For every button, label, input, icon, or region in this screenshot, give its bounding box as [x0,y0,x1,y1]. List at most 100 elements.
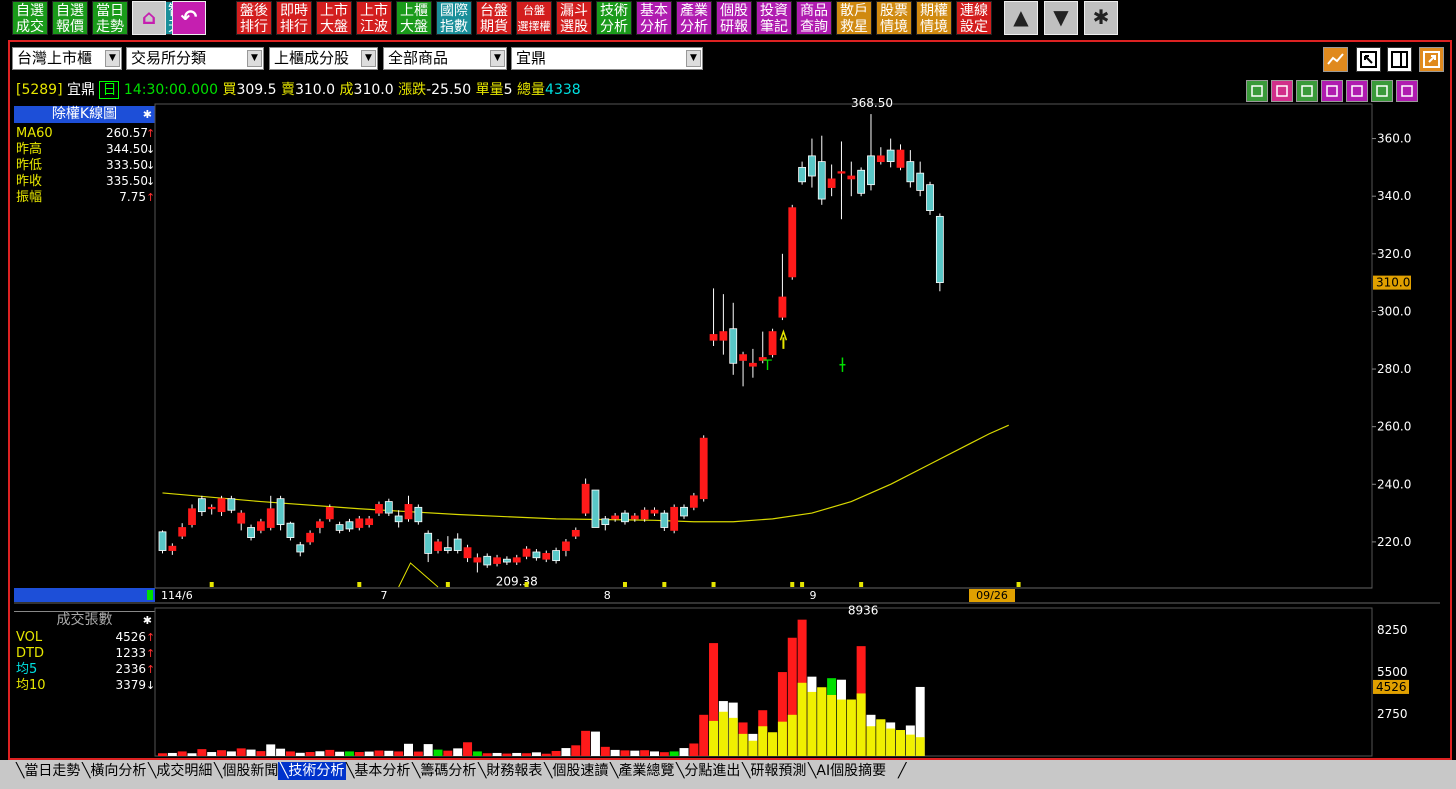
tab-12[interactable]: ╲AI個股摘要 [806,762,888,780]
gear-icon[interactable]: ✱ [143,106,152,123]
last-label: 成 [339,82,354,98]
trend-arrow-icon: ↑ [146,647,156,660]
indicator-value: 4526 [115,630,146,644]
toolbar-button-4[interactable]: 盤後 排行 [236,1,272,35]
external-window-icon [1360,51,1377,68]
indicator-label: 均5 [16,662,38,677]
toolbar-button-21[interactable]: 期權 情境 [916,1,952,35]
products-select-value: 全部商品 [388,49,449,67]
bottom-tab-bar: ╲當日走勢 ╲橫向分析 ╲成交明細 ╲個股新聞 ╲技術分析 ╲基本分析 ╲籌碼分析 ╲財務報表… [0,760,1456,789]
chart-style-button[interactable] [1323,47,1348,72]
back-icon[interactable]: ↶ [172,1,206,35]
trend-arrow-icon: ↑ [146,191,156,204]
home-icon[interactable]: ⌂ [132,1,166,35]
toolbar-button-6[interactable]: 上市 大盤 [316,1,352,35]
stock-name: 宜鼎 [67,82,96,98]
bid-price: 309.5 [236,82,277,98]
toolbar-button-11[interactable]: 台盤 選擇權 [516,1,552,35]
toolbar-button-18[interactable]: 商品 查詢 [796,1,832,35]
grid-icon[interactable] [1371,80,1393,102]
stock-select[interactable]: 宜鼎 ▼ [511,47,703,70]
toolbar-button-2[interactable]: 當日 走勢 [92,1,128,35]
tab-9[interactable]: ╲產業總覽 [608,762,676,780]
trend-arrow-icon: ↑ [146,631,156,644]
asterisk-icon[interactable]: ✱ [1084,1,1118,35]
tab-5[interactable]: ╲基本分析 [344,762,412,780]
toolbar-button-14[interactable]: 基本 分析 [636,1,672,35]
market-select[interactable]: 台灣上市櫃 ▼ [12,47,122,70]
tab-2[interactable]: ╲成交明細 [146,762,214,780]
expand-arrow-icon [1423,51,1440,68]
stock-code: [5289] [16,82,63,98]
tab-4[interactable]: ╲技術分析 [278,762,347,780]
layout-icon[interactable] [1271,80,1293,102]
price-panel-title[interactable]: 除權K線圖 ✱ [14,106,155,123]
tab-11[interactable]: ╲研報預測 [740,762,808,780]
toolbar-button-12[interactable]: 漏斗 選股 [556,1,592,35]
tab-6[interactable]: ╲籌碼分析 [410,762,478,780]
toolbar-button-22[interactable]: 連線 設定 [956,1,992,35]
market-select-value: 台灣上市櫃 [17,49,93,67]
tab-8[interactable]: ╲個股速讀 [542,762,610,780]
toolbar-button-19[interactable]: 散戶 救星 [836,1,872,35]
price-panel-title-text: 除權K線圖 [51,106,118,122]
tab-end-divider: ╱ [898,763,907,779]
toolbar-button-7[interactable]: 上市 江波 [356,1,392,35]
trend-arrow-icon: ↑ [146,663,156,676]
arrow-down-icon[interactable]: ▼ [1044,1,1078,35]
toolbar-button-13[interactable]: 技術 分析 [596,1,632,35]
chevron-down-icon: ▼ [686,50,701,67]
toolbar-button-8[interactable]: 上櫃 大盤 [396,1,432,35]
expand-button[interactable] [1419,47,1444,72]
toolbar-button-1[interactable]: 自選 報價 [52,1,88,35]
chevron-down-icon: ▼ [105,50,120,67]
compare-icon[interactable] [1396,80,1418,102]
change-value: -25.50 [426,82,472,98]
add-indicator-icon[interactable] [1321,80,1343,102]
toolbar-button-16[interactable]: 個股 研報 [716,1,752,35]
group-select-value: 上櫃成分股 [274,49,350,67]
arrow-up-icon[interactable]: ▲ [1004,1,1038,35]
category-select-value: 交易所分類 [131,49,207,67]
indicator-label: 昨收 [16,174,43,189]
zoom-fit-icon[interactable] [1246,80,1268,102]
tab-3[interactable]: ╲個股新聞 [212,762,280,780]
toolbar-button-9[interactable]: 國際 指數 [436,1,472,35]
indicator-label: 昨低 [16,158,43,173]
products-select[interactable]: 全部商品 ▼ [383,47,507,70]
indicator-label: MA60 [16,126,53,141]
volume-panel-title[interactable]: 成交張數 ✱ [14,611,155,629]
gear-icon[interactable]: ✱ [143,612,152,629]
trend-arrow-icon: ↓ [146,679,156,692]
toolbar-button-10[interactable]: 台盤 期貨 [476,1,512,35]
group-select[interactable]: 上櫃成分股 ▼ [269,47,378,70]
trend-arrow-icon: ↓ [146,143,156,156]
tab-1[interactable]: ╲橫向分析 [80,762,148,780]
toolbar-button-5[interactable]: 即時 排行 [276,1,312,35]
toolbar-button-0[interactable]: 自選 成交 [12,1,48,35]
toolbar-button-15[interactable]: 產業 分析 [676,1,712,35]
total-volume: 4338 [545,82,581,98]
remove-indicator-icon[interactable] [1346,80,1368,102]
category-select[interactable]: 交易所分類 ▼ [126,47,264,70]
bid-label: 買 [222,82,237,98]
last-price: 310.0 [353,82,394,98]
layout-button[interactable] [1387,47,1412,72]
indicator-value: 335.50 [106,174,148,188]
price-icon[interactable] [1296,80,1318,102]
indicator-value: 2336 [115,662,146,676]
indicator-value: 344.50 [106,142,148,156]
indicator-value: 1233 [115,646,146,660]
period-toggle[interactable]: 日 [99,81,120,99]
quote-line: [5289] 宜鼎 日 14:30:00.000 買309.5 賣310.0 成… [16,80,581,100]
indicator-label: DTD [16,646,44,661]
main-toolbar: 自選 成交自選 報價當日 走勢智能 天網盤後 排行即時 排行上市 大盤上市 江波… [0,0,1456,38]
tab-7[interactable]: ╲財務報表 [476,762,544,780]
popout-button[interactable] [1356,47,1381,72]
toolbar-button-17[interactable]: 投資 筆記 [756,1,792,35]
indicator-label: VOL [16,630,43,645]
toolbar-button-20[interactable]: 股票 情境 [876,1,912,35]
tab-0[interactable]: ╲當日走勢 [14,762,82,780]
ask-price: 310.0 [294,82,336,98]
tab-10[interactable]: ╲分點進出 [674,762,742,780]
